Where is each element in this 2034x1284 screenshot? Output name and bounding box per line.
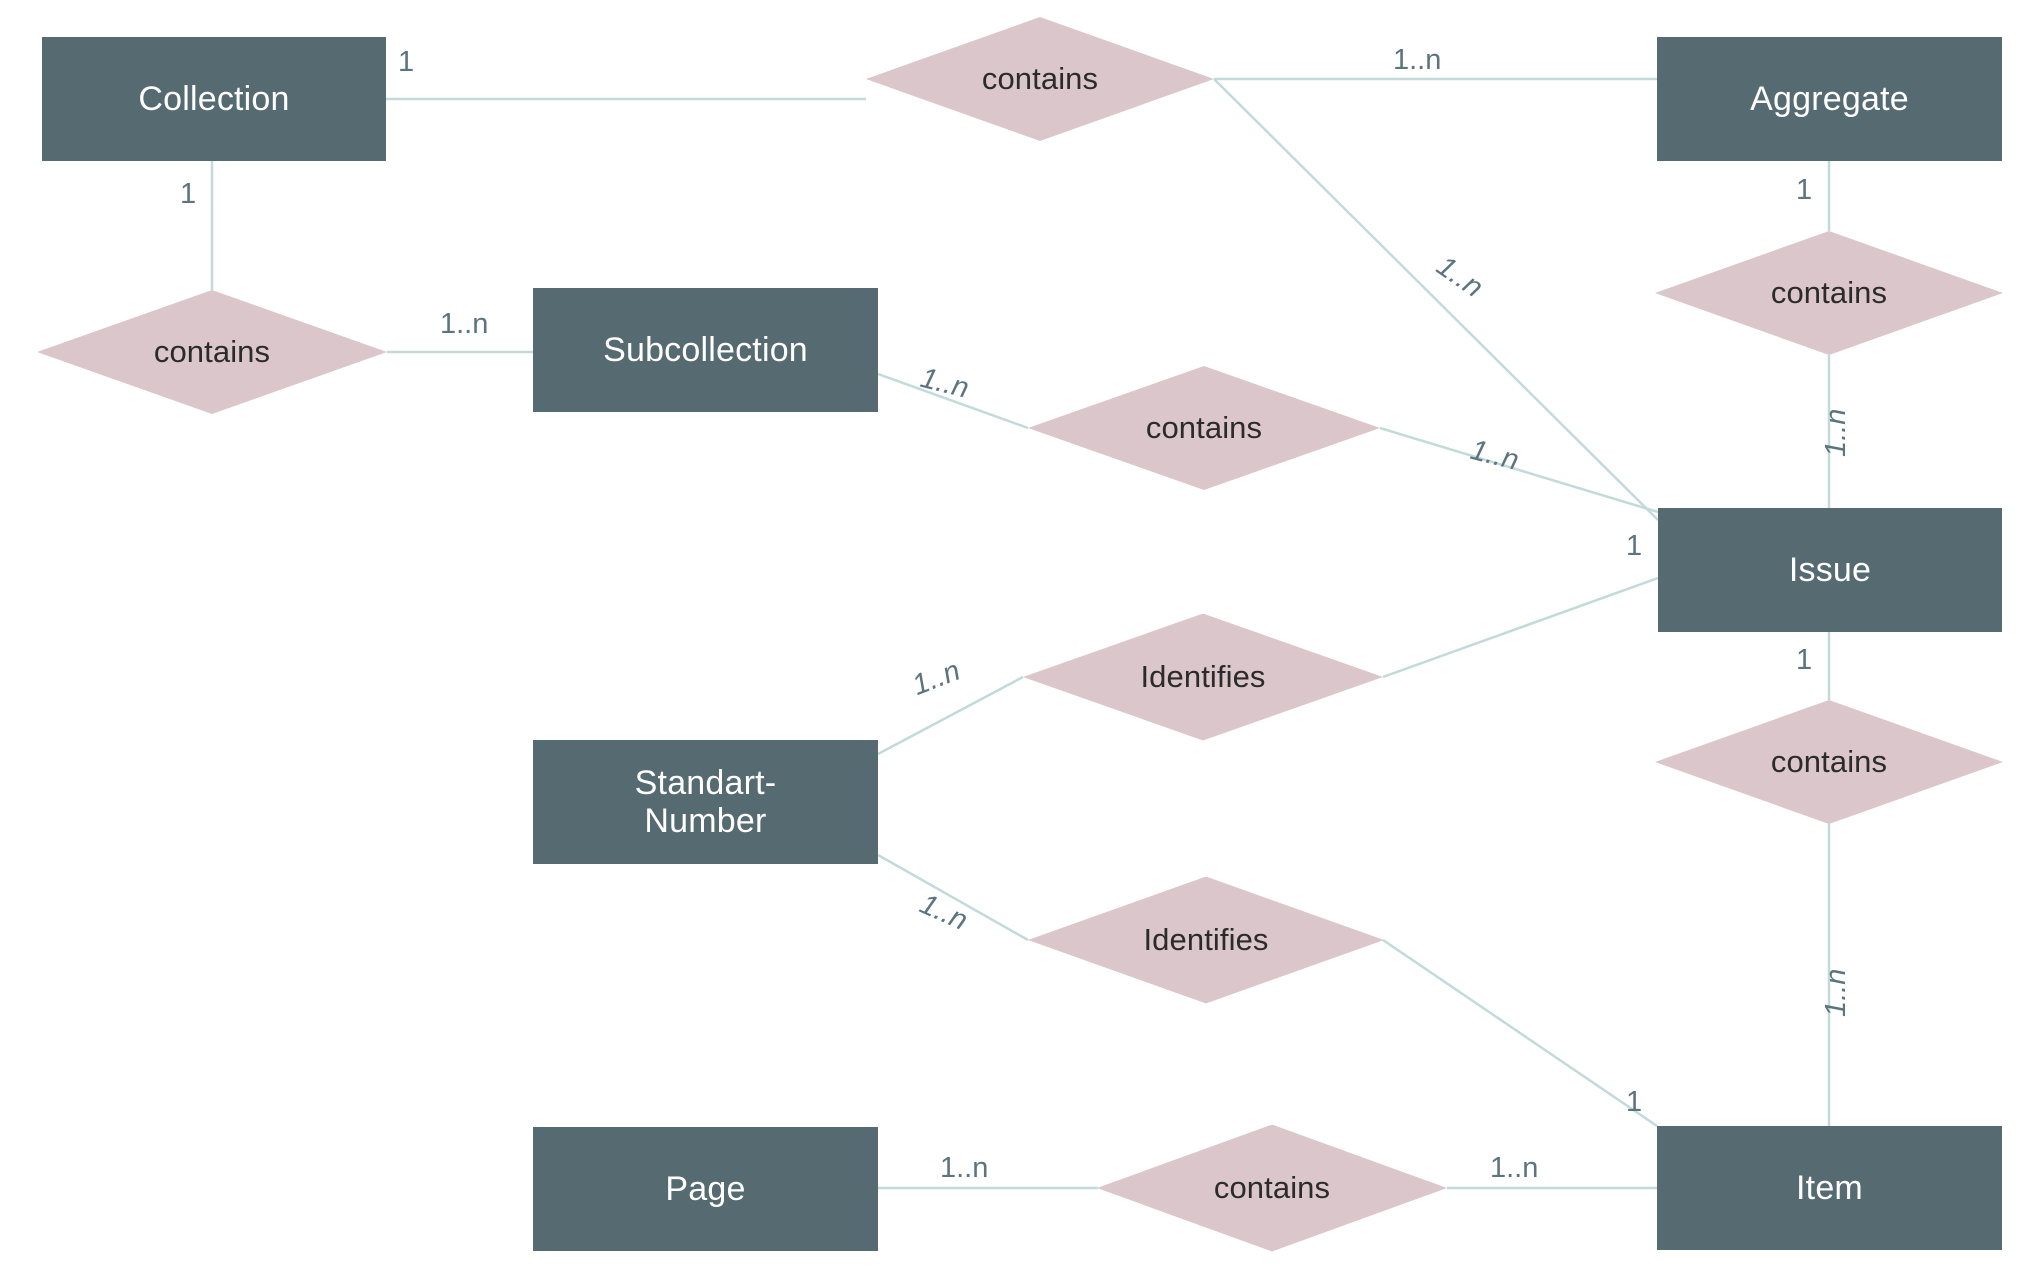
cardinality-label: 1..n <box>1490 1152 1539 1184</box>
relationship-label: contains <box>1770 275 1888 310</box>
cardinality-label: 1 <box>398 46 415 78</box>
relationship-diamond[interactable]: Identifies <box>1023 613 1383 741</box>
relationship-diamond[interactable]: contains <box>1655 231 2003 355</box>
relationship-diamond[interactable]: contains <box>1097 1124 1447 1252</box>
er-diagram-canvas: contains contains contains contains Identifi… <box>0 0 2034 1284</box>
relationship-label: contains <box>1213 1170 1331 1205</box>
entity-box-issue[interactable]: Issue <box>1658 508 2002 632</box>
relationship-label: contains <box>153 334 271 369</box>
relationship-diamond[interactable]: Identifies <box>1028 876 1384 1004</box>
entity-box-aggregate[interactable]: Aggregate <box>1657 37 2002 161</box>
connector-line <box>1382 938 1658 1128</box>
cardinality-label: 1 <box>1796 644 1813 676</box>
cardinality-label: 1..n <box>1820 408 1852 457</box>
cardinality-label: 1..n <box>940 1152 989 1184</box>
cardinality-label: 1 <box>1626 530 1643 562</box>
entity-box-page[interactable]: Page <box>533 1127 878 1251</box>
edge-layer <box>210 77 1831 1190</box>
relationship-diamond[interactable]: contains <box>1028 366 1380 490</box>
relationship-label: Identifies <box>1140 659 1266 694</box>
entity-box-subcollection[interactable]: Subcollection <box>533 288 878 412</box>
relationship-label: contains <box>1145 410 1263 445</box>
relationship-label: contains <box>1770 744 1888 779</box>
entity-box-standart_number[interactable]: Standart- Number <box>533 740 878 864</box>
cardinality-label: 1 <box>1796 174 1813 206</box>
cardinality-label: 1..n <box>1393 44 1442 76</box>
cardinality-label: 1 <box>1626 1086 1643 1118</box>
cardinality-label: 1 <box>180 178 197 210</box>
relationship-label: contains <box>981 61 1099 96</box>
connector-line <box>1379 426 1659 514</box>
cardinality-label: 1..n <box>1820 968 1852 1017</box>
entity-box-collection[interactable]: Collection <box>42 37 386 161</box>
relationship-label: Identifies <box>1143 922 1269 957</box>
connector-line <box>1382 576 1659 679</box>
relationship-diamond[interactable]: contains <box>1655 700 2003 824</box>
cardinality-label: 1..n <box>440 308 489 340</box>
relationship-diamond[interactable]: contains <box>37 290 387 414</box>
relationship-diamond[interactable]: contains <box>866 17 1214 141</box>
entity-box-item[interactable]: Item <box>1657 1126 2002 1250</box>
